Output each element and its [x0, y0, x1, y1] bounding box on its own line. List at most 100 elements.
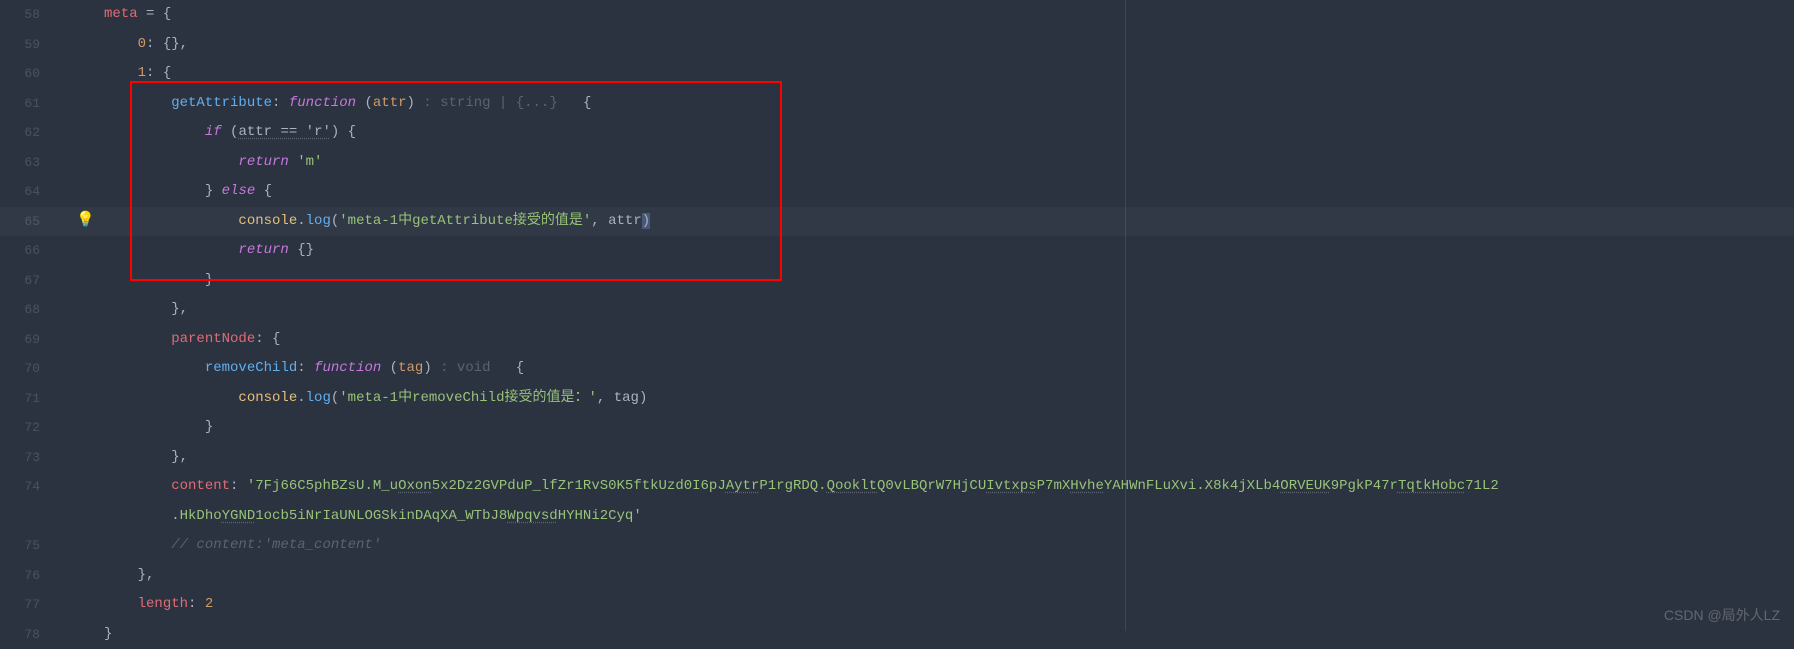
- code-line-continuation[interactable]: .HkDhoYGND1ocb5iNrIaUNLOGSkinDAqXA_WTbJ8…: [104, 502, 1794, 532]
- line-number: 69: [0, 325, 40, 355]
- string-part: 9PgkP47r: [1331, 478, 1398, 494]
- code-line[interactable]: 1: {: [104, 59, 1794, 89]
- line-number: 78: [0, 620, 40, 649]
- gutter-annotations: 💡: [58, 0, 104, 631]
- object: console: [238, 390, 297, 406]
- string-part: Q0vLBQrW7HjCU: [877, 478, 986, 494]
- string-part: Qooklt: [827, 478, 877, 494]
- parameter: tag: [614, 390, 639, 406]
- string-part: 1ocb5iNrIaUNLOGSkinDAqXA_WTbJ8: [255, 508, 507, 524]
- key: 0: [138, 36, 146, 52]
- watermark: CSDN @局外人LZ: [1664, 605, 1780, 625]
- string-part: Hvhe: [1070, 478, 1104, 494]
- line-number: 63: [0, 148, 40, 178]
- string-part: Wpqvsd: [507, 508, 557, 524]
- keyword: else: [222, 183, 256, 199]
- string-part: 5x2Dz2GVPduP_lfZr1RvS0K5ftkUzd0I6pJ: [432, 478, 726, 494]
- string-part: P7mX: [1037, 478, 1071, 494]
- string-part: HYHNi2Cyq': [558, 508, 642, 524]
- code-line[interactable]: return {}: [104, 236, 1794, 266]
- string-part: Oxon: [398, 478, 432, 494]
- string-part: 71L2: [1465, 478, 1499, 494]
- string-part: YAHWnFLuXvi.X8k4jXLb4: [1104, 478, 1280, 494]
- code-line[interactable]: 0: {},: [104, 30, 1794, 60]
- punct: = {: [138, 6, 172, 22]
- code-line[interactable]: return 'm': [104, 148, 1794, 178]
- method-name: removeChild: [205, 360, 297, 376]
- code-line[interactable]: } else {: [104, 177, 1794, 207]
- line-number: 66: [0, 236, 40, 266]
- string-part: P1rgRDQ.: [759, 478, 826, 494]
- code-line[interactable]: console.log('meta-1中getAttribute接受的值是', …: [104, 207, 1794, 237]
- line-number: 58: [0, 0, 40, 30]
- method: log: [306, 390, 331, 406]
- keyword: return: [238, 154, 288, 170]
- condition: attr == 'r': [238, 124, 330, 140]
- string-part: TqtkHobc: [1398, 478, 1465, 494]
- code-line[interactable]: },: [104, 443, 1794, 473]
- parameter: attr: [373, 95, 407, 111]
- code-line[interactable]: removeChild: function (tag) : void {: [104, 354, 1794, 384]
- number: 2: [205, 596, 213, 612]
- lightbulb-icon[interactable]: 💡: [76, 210, 95, 229]
- line-number: 74: [0, 472, 40, 502]
- code-editor[interactable]: 58 59 60 61 62 63 64 65 66 67 68 69 70 7…: [0, 0, 1794, 631]
- line-number-gutter: 58 59 60 61 62 63 64 65 66 67 68 69 70 7…: [0, 0, 58, 631]
- type-hint: : string | {...}: [415, 95, 566, 111]
- line-number: 59: [0, 30, 40, 60]
- object: console: [238, 213, 297, 229]
- code-line[interactable]: }: [104, 266, 1794, 296]
- keyword: function: [314, 360, 381, 376]
- line-number: 62: [0, 118, 40, 148]
- code-line[interactable]: if (attr == 'r') {: [104, 118, 1794, 148]
- keyword: if: [205, 124, 222, 140]
- method-name: getAttribute: [171, 95, 272, 111]
- code-line[interactable]: },: [104, 561, 1794, 591]
- line-number: 64: [0, 177, 40, 207]
- string-part: .HkDho: [171, 508, 221, 524]
- code-content[interactable]: meta = { 0: {}, 1: { getAttribute: funct…: [104, 0, 1794, 631]
- type-hint: : void: [432, 360, 499, 376]
- code-line[interactable]: // content:'meta_content': [104, 531, 1794, 561]
- string-part: Aytr: [726, 478, 760, 494]
- string-part: Ivtxps: [986, 478, 1036, 494]
- line-number: 67: [0, 266, 40, 296]
- line-number: 72: [0, 413, 40, 443]
- line-number: 70: [0, 354, 40, 384]
- code-line[interactable]: length: 2: [104, 590, 1794, 620]
- key: 1: [138, 65, 146, 81]
- comment: // content:'meta_content': [171, 537, 381, 553]
- method: log: [306, 213, 331, 229]
- property: parentNode: [171, 331, 255, 347]
- line-number: 73: [0, 443, 40, 473]
- code-line[interactable]: meta = {: [104, 0, 1794, 30]
- code-line[interactable]: content: '7Fj66C5phBZsU.M_uOxon5x2Dz2GVP…: [104, 472, 1794, 502]
- line-number: 77: [0, 590, 40, 620]
- line-number: 75: [0, 531, 40, 561]
- code-line[interactable]: getAttribute: function (attr) : string |…: [104, 89, 1794, 119]
- property: content: [171, 478, 230, 494]
- code-line[interactable]: },: [104, 295, 1794, 325]
- identifier: meta: [104, 6, 138, 22]
- line-number: [0, 502, 40, 532]
- string-part: YGND: [222, 508, 256, 524]
- code-line[interactable]: }: [104, 620, 1794, 649]
- line-number: 76: [0, 561, 40, 591]
- property: length: [138, 596, 188, 612]
- string: 'm': [297, 154, 322, 170]
- code-line[interactable]: parentNode: {: [104, 325, 1794, 355]
- punct: : {: [146, 65, 171, 81]
- parameter: attr: [608, 213, 642, 229]
- line-number: 71: [0, 384, 40, 414]
- line-number: 61: [0, 89, 40, 119]
- parameter: tag: [398, 360, 423, 376]
- keyword: function: [289, 95, 356, 111]
- punct: : {},: [146, 36, 188, 52]
- line-number: 60: [0, 59, 40, 89]
- code-line[interactable]: console.log('meta-1中removeChild接受的值是：', …: [104, 384, 1794, 414]
- code-line[interactable]: }: [104, 413, 1794, 443]
- line-number: 68: [0, 295, 40, 325]
- string-part: '7Fj66C5phBZsU.M_u: [247, 478, 398, 494]
- string-part: ORVEUK: [1280, 478, 1330, 494]
- string: 'meta-1中getAttribute接受的值是': [339, 213, 591, 229]
